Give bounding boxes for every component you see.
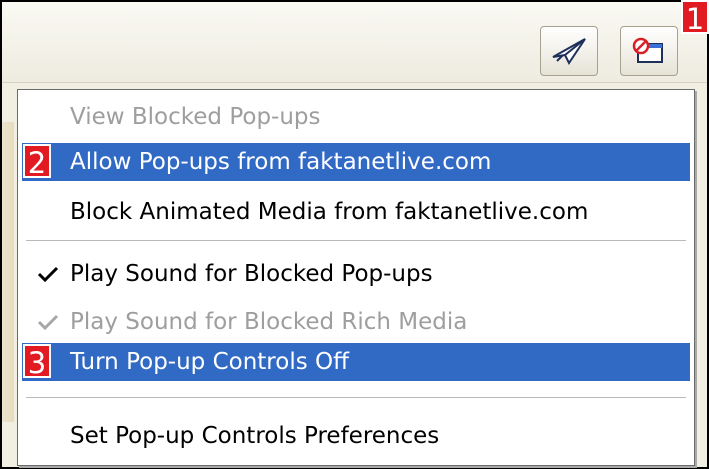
menu-item-label: Block Animated Media from faktanetlive.c… [70,199,589,225]
paper-plane-icon [551,37,587,65]
callout-badge-3: 3 [23,344,51,380]
background-edge [2,122,14,422]
menu-item-label: Allow Pop-ups from faktanetlive.com [70,149,492,175]
toolbar-button-send[interactable] [540,26,598,76]
toolbar [2,2,707,83]
menu-item-label: View Blocked Pop-ups [70,104,321,130]
checkmark-icon [36,264,60,284]
menu-item-label: Turn Pop-up Controls Off [70,349,349,375]
menu-item-play-sound-popups[interactable]: Play Sound for Blocked Pop-ups [22,255,690,293]
popup-blocked-icon [630,36,668,66]
callout-badge-1: 1 [681,0,709,36]
popup-blocker-button[interactable] [620,26,678,76]
menu-item-turn-popup-controls-off[interactable]: Turn Pop-up Controls Off [22,343,690,381]
menu-item-label: Play Sound for Blocked Rich Media [70,309,468,335]
callout-badge-2: 2 [23,144,51,180]
menu-item-allow-popups[interactable]: Allow Pop-ups from faktanetlive.com [22,143,690,181]
menu-item-view-blocked-popups[interactable]: View Blocked Pop-ups [22,98,690,136]
menu-item-block-animated-media[interactable]: Block Animated Media from faktanetlive.c… [22,193,690,231]
checkmark-icon [36,312,60,332]
menu-item-play-sound-rich-media[interactable]: Play Sound for Blocked Rich Media [22,303,690,341]
menu-separator [26,397,686,399]
menu-item-label: Set Pop-up Controls Preferences [70,423,440,449]
menu-item-label: Play Sound for Blocked Pop-ups [70,261,433,287]
popup-controls-menu: View Blocked Pop-ups Allow Pop-ups from … [17,89,695,466]
menu-item-popup-preferences[interactable]: Set Pop-up Controls Preferences [22,417,690,455]
menu-separator [26,240,686,242]
